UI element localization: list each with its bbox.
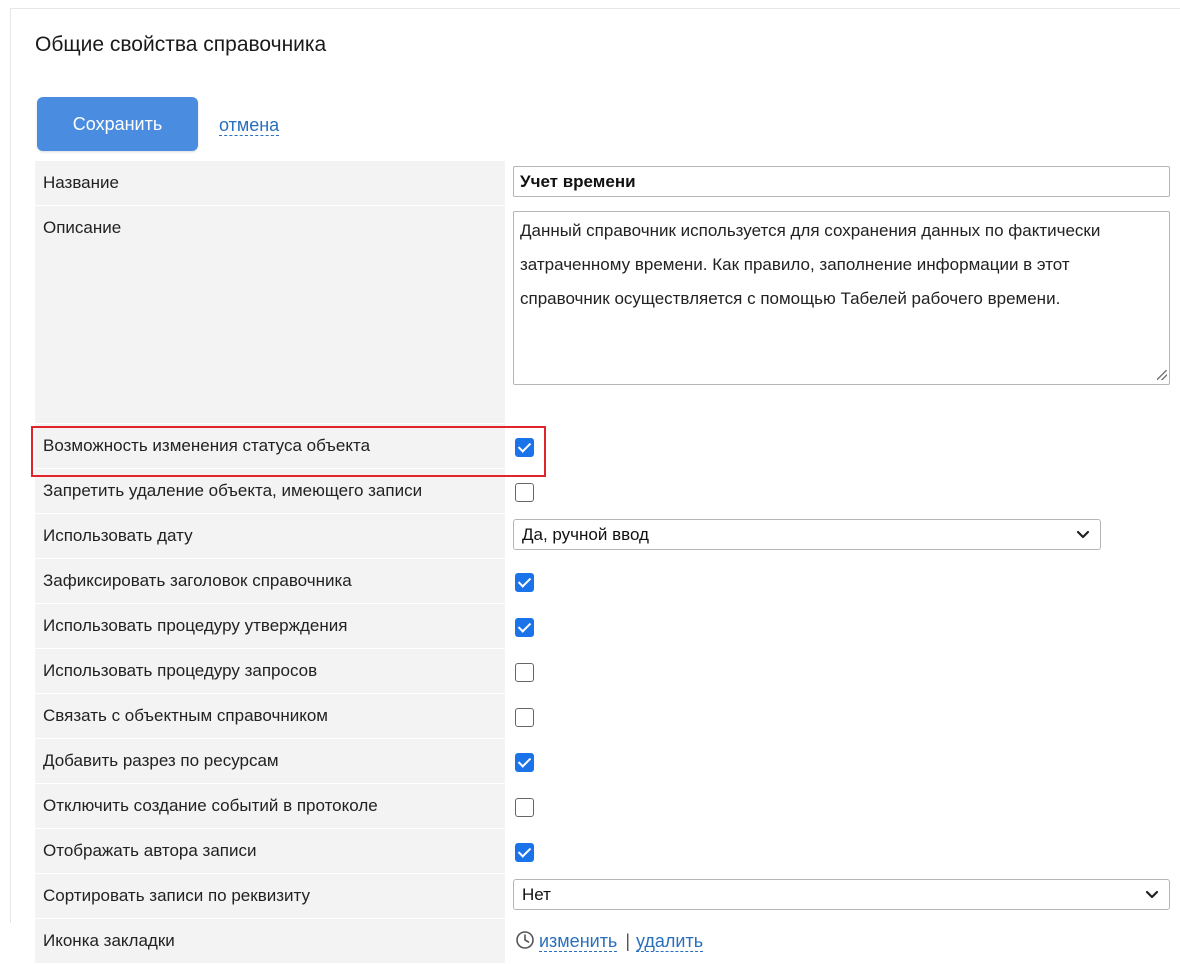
fix-header-label: Зафиксировать заголовок справочника <box>43 571 352 590</box>
add-resource-slice-checkbox[interactable] <box>515 753 534 772</box>
row-disable-log-events: Отключить создание событий в протоколе <box>35 784 1180 829</box>
row-link-object-ref: Связать с объектным справочником <box>35 694 1180 739</box>
row-show-author: Отображать автора записи <box>35 829 1180 874</box>
link-object-ref-checkbox[interactable] <box>515 708 534 727</box>
row-forbid-delete: Запретить удаление объекта, имеющего зап… <box>35 469 1180 514</box>
sort-by-attr-label: Сортировать записи по реквизиту <box>43 886 310 905</box>
properties-form: Название Описание Данный справочник испо… <box>35 161 1180 964</box>
use-requests-label: Использовать процедуру запросов <box>43 661 318 680</box>
show-author-checkbox[interactable] <box>515 843 534 862</box>
use-date-selected: Да, ручной ввод <box>522 525 649 544</box>
sort-by-attr-select[interactable]: Нет <box>513 879 1170 910</box>
tab-icon-label: Иконка закладки <box>43 931 175 950</box>
forbid-delete-label: Запретить удаление объекта, имеющего зап… <box>43 481 423 500</box>
separator: | <box>625 931 630 951</box>
description-label: Описание <box>43 218 122 237</box>
tab-icon-actions: изменить | удалить <box>515 930 704 952</box>
sort-by-attr-selected: Нет <box>522 885 551 904</box>
properties-panel: Общие свойства справочника Сохранить отм… <box>10 8 1180 964</box>
row-allow-status-change: Возможность изменения статуса объекта <box>35 424 1180 469</box>
use-requests-checkbox[interactable] <box>515 663 534 682</box>
show-author-label: Отображать автора записи <box>43 841 257 860</box>
forbid-delete-checkbox[interactable] <box>515 483 534 502</box>
page-title: Общие свойства справочника <box>35 33 327 56</box>
row-fix-header: Зафиксировать заголовок справочника <box>35 559 1180 604</box>
cancel-link[interactable]: отмена <box>219 115 280 136</box>
row-add-resource-slice: Добавить разрез по ресурсам <box>35 739 1180 784</box>
row-description: Описание Данный справочник используется … <box>35 206 1180 424</box>
link-object-ref-label: Связать с объектным справочником <box>43 706 328 725</box>
row-tab-icon: Иконка закладки изменить | удалить <box>35 919 1180 964</box>
allow-status-change-label: Возможность изменения статуса объекта <box>43 436 371 455</box>
disable-log-events-label: Отключить создание событий в протоколе <box>43 796 378 815</box>
row-use-date: Использовать дату Да, ручной ввод <box>35 514 1180 559</box>
use-date-select[interactable]: Да, ручной ввод <box>513 519 1101 550</box>
resize-grip-icon[interactable] <box>1157 370 1167 380</box>
name-label: Название <box>43 173 119 192</box>
clock-icon <box>516 931 534 949</box>
row-name: Название <box>35 161 1180 206</box>
chevron-down-icon <box>1145 890 1159 899</box>
use-approval-checkbox[interactable] <box>515 618 534 637</box>
row-use-requests: Использовать процедуру запросов <box>35 649 1180 694</box>
use-approval-label: Использовать процедуру утверждения <box>43 616 348 635</box>
allow-status-change-checkbox[interactable] <box>515 438 534 457</box>
use-date-label: Использовать дату <box>43 526 193 545</box>
row-sort-by-attr: Сортировать записи по реквизиту Нет <box>35 874 1180 919</box>
description-textarea[interactable]: Данный справочник используется для сохра… <box>513 211 1170 385</box>
disable-log-events-checkbox[interactable] <box>515 798 534 817</box>
change-icon-link[interactable]: изменить <box>539 931 618 952</box>
delete-icon-link[interactable]: удалить <box>636 931 704 952</box>
name-input[interactable] <box>513 166 1170 197</box>
row-use-approval: Использовать процедуру утверждения <box>35 604 1180 649</box>
save-button[interactable]: Сохранить <box>37 97 198 151</box>
fix-header-checkbox[interactable] <box>515 573 534 592</box>
chevron-down-icon <box>1076 530 1090 539</box>
add-resource-slice-label: Добавить разрез по ресурсам <box>43 751 279 770</box>
